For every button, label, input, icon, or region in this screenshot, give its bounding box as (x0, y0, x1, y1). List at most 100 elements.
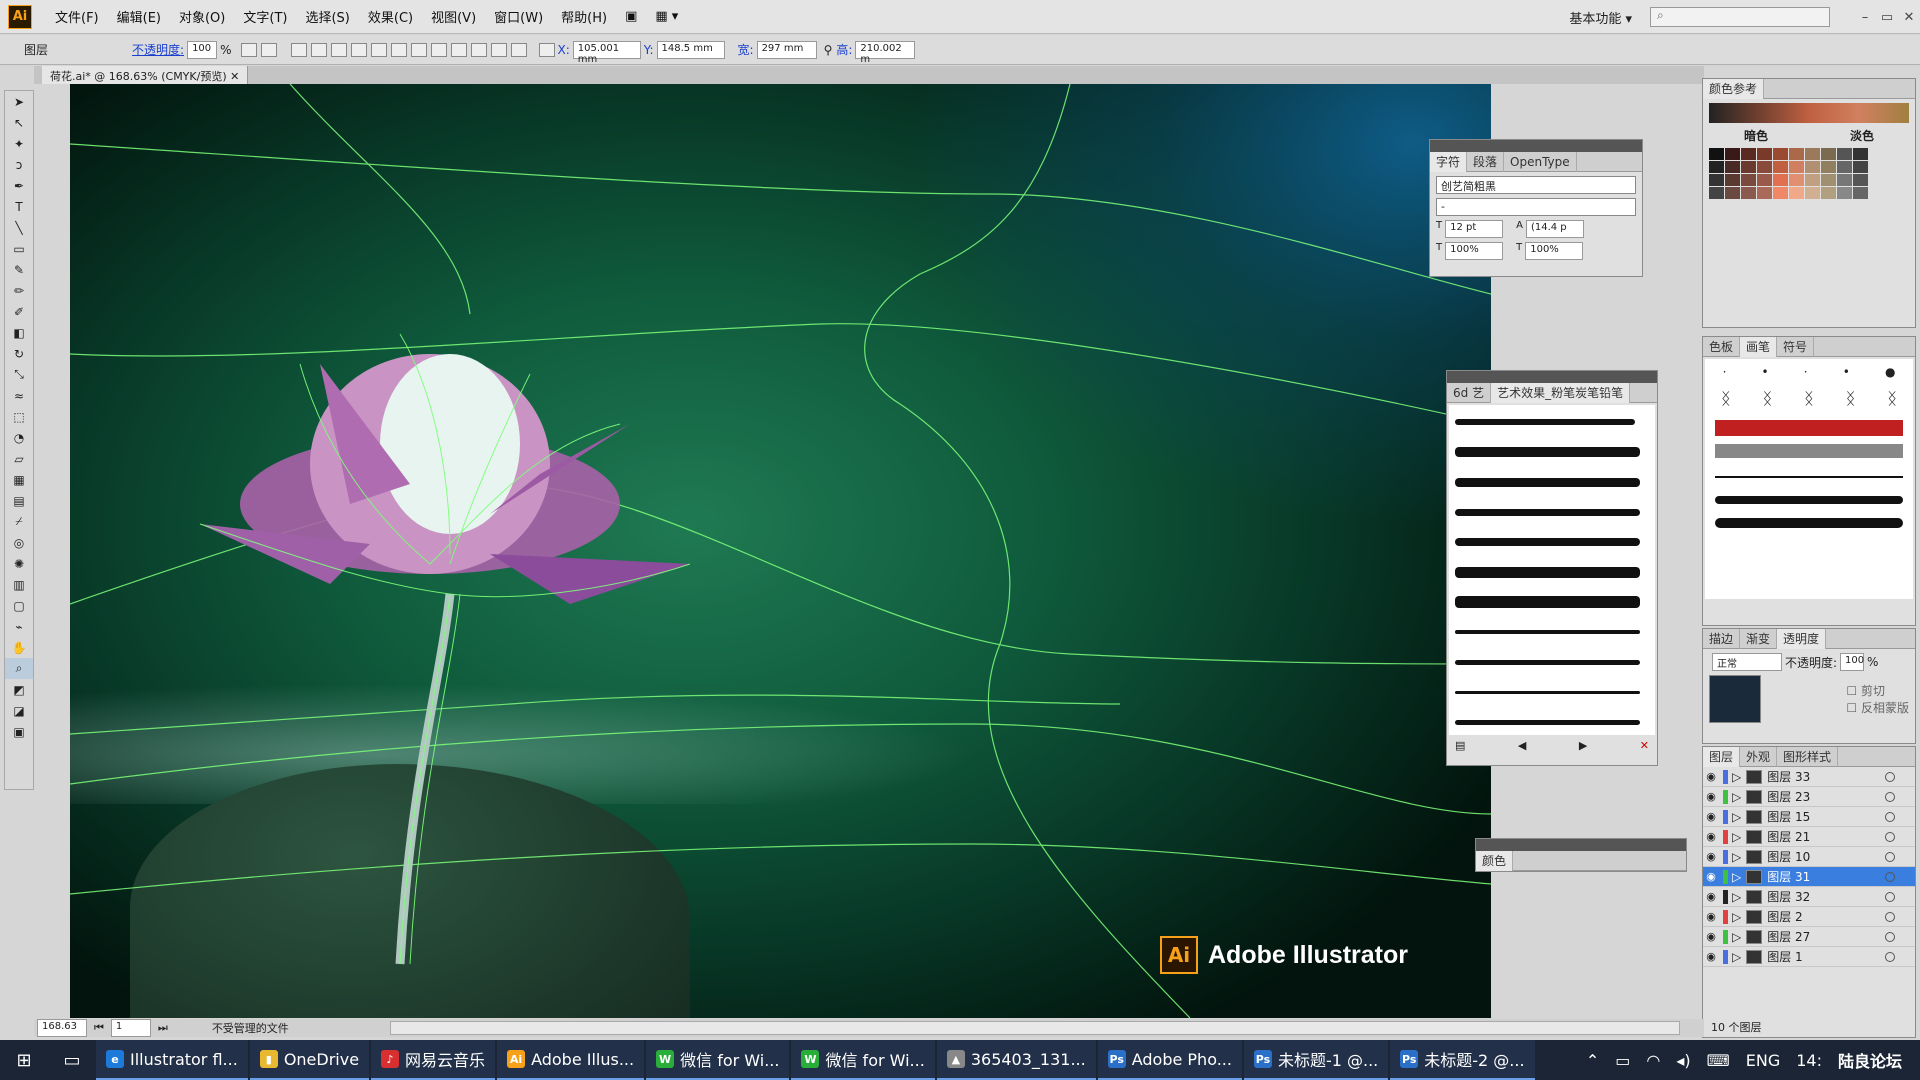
distribute-center-icon[interactable] (491, 42, 508, 57)
align-right-icon[interactable] (331, 42, 348, 57)
previous-library-icon[interactable]: ◀ (1518, 739, 1526, 752)
align-top-icon[interactable] (351, 42, 368, 57)
expand-arrow-icon[interactable]: ▷ (1732, 910, 1741, 924)
artboard-canvas[interactable]: Ai Adobe Illustrator (70, 84, 1491, 1018)
slice-tool-icon[interactable]: ⌁ (5, 616, 33, 637)
expand-arrow-icon[interactable]: ▷ (1732, 870, 1741, 884)
target-circle-icon[interactable] (1885, 791, 1895, 802)
library-menu-icon[interactable]: ▤ (1455, 739, 1465, 752)
recolor-icon[interactable] (241, 42, 258, 57)
eyedropper-tool-icon[interactable]: ⌿ (5, 511, 33, 532)
brush-item[interactable] (1455, 559, 1649, 585)
target-circle-icon[interactable] (1885, 831, 1895, 842)
expand-arrow-icon[interactable]: ▷ (1732, 790, 1741, 804)
layer-row[interactable]: ◉ ▷ 图层 23 (1703, 787, 1915, 807)
target-circle-icon[interactable] (1885, 891, 1895, 902)
target-circle-icon[interactable] (1885, 931, 1895, 942)
input-language[interactable]: ENG (1746, 1051, 1780, 1070)
start-button[interactable]: ⊞ (0, 1050, 48, 1071)
mesh-tool-icon[interactable]: ▦ (5, 469, 33, 490)
color-guide-grid[interactable] (1709, 148, 1909, 199)
close-button[interactable]: ✕ (1898, 10, 1920, 25)
blend-mode-select[interactable]: 正常 (1712, 653, 1782, 671)
visibility-eye-icon[interactable]: ◉ (1703, 870, 1719, 883)
visibility-eye-icon[interactable]: ◉ (1703, 930, 1719, 943)
arrange-documents-button[interactable]: ▦ ▾ (646, 9, 687, 24)
tab-gradient[interactable]: 渐变 (1740, 628, 1778, 649)
layer-row[interactable]: ◉ ▷ 图层 1 (1703, 947, 1915, 967)
target-circle-icon[interactable] (1885, 851, 1895, 862)
height-field[interactable]: 210.002 m (855, 40, 916, 65)
align-center-icon[interactable] (311, 42, 328, 57)
brush-item[interactable] (1455, 649, 1649, 675)
taskbar-item[interactable]: W 微信 for Wi... (646, 1040, 790, 1080)
menu-edit[interactable]: 编辑(E) (108, 7, 170, 26)
brush-stroke[interactable] (1715, 476, 1903, 478)
tray-chevron-icon[interactable]: ⌃ (1586, 1051, 1599, 1070)
font-style-select[interactable]: - (1436, 198, 1636, 216)
target-circle-icon[interactable] (1885, 871, 1895, 882)
scale-tool-icon[interactable]: ⤡ (5, 364, 33, 385)
menu-type[interactable]: 文字(T) (234, 7, 296, 26)
magic-wand-tool-icon[interactable]: ✦ (5, 133, 33, 154)
distribute-middle-icon[interactable] (431, 42, 448, 57)
target-circle-icon[interactable] (1885, 911, 1895, 922)
layer-row[interactable]: ◉ ▷ 图层 32 (1703, 887, 1915, 907)
shape-builder-tool-icon[interactable]: ◔ (5, 427, 33, 448)
document-tab[interactable]: 荷花.ai* @ 168.63% (CMYK/预览) ✕ (42, 66, 249, 84)
visibility-eye-icon[interactable]: ◉ (1703, 790, 1719, 803)
line-tool-icon[interactable]: ╲ (5, 217, 33, 238)
brush-item[interactable] (1455, 679, 1649, 705)
wifi-icon[interactable]: ◠ (1646, 1051, 1660, 1070)
opacity-field[interactable]: 100 (187, 40, 218, 59)
tab-color[interactable]: 颜色 (1476, 850, 1514, 871)
distribute-top-icon[interactable] (411, 42, 428, 57)
lasso-tool-icon[interactable]: ↄ (5, 154, 33, 175)
bridge-button[interactable]: ▣ (616, 9, 646, 24)
minimize-button[interactable]: – (1854, 10, 1876, 25)
clock[interactable]: 14: (1796, 1051, 1822, 1070)
zoom-tool-icon[interactable]: ⌕ (5, 658, 33, 679)
visibility-eye-icon[interactable]: ◉ (1703, 810, 1719, 823)
first-artboard-icon[interactable]: ⏮ (94, 1021, 104, 1035)
width-field[interactable]: 297 mm (756, 40, 817, 59)
hand-tool-icon[interactable]: ✋ (5, 637, 33, 658)
paintbrush-tool-icon[interactable]: ✎ (5, 259, 33, 280)
distribute-right-icon[interactable] (511, 42, 528, 57)
tab-swatches[interactable]: 色板 (1703, 336, 1741, 357)
brush-item[interactable] (1455, 469, 1649, 495)
vertical-scale-field[interactable]: 100% (1445, 242, 1504, 260)
blob-brush-tool-icon[interactable]: ✐ (5, 301, 33, 322)
brush-item[interactable] (1455, 709, 1649, 735)
transparency-opacity-field[interactable]: 100 (1840, 653, 1864, 671)
keyboard-icon[interactable]: ⌨ (1707, 1051, 1730, 1070)
symbol-sprayer-tool-icon[interactable]: ✺ (5, 553, 33, 574)
taskbar-item[interactable]: W 微信 for Wi... (791, 1040, 935, 1080)
tab-color-guide[interactable]: 颜色参考 (1703, 78, 1765, 99)
file-status[interactable]: 不受管理的文件 (212, 1020, 289, 1036)
brush-item[interactable] (1455, 409, 1649, 435)
artboard-field[interactable]: 1 (110, 1019, 151, 1037)
mask-thumbnail[interactable] (1709, 675, 1761, 723)
eraser-tool-icon[interactable]: ◧ (5, 322, 33, 343)
link-icon[interactable]: ⚲ (824, 43, 833, 57)
taskbar-item[interactable]: e Illustrator fl... (96, 1040, 248, 1080)
maximize-button[interactable]: ▭ (1876, 10, 1898, 25)
type-tool-icon[interactable]: T (5, 196, 33, 217)
leading-field[interactable]: (14.4 p (1525, 220, 1584, 238)
zoom-field[interactable]: 168.63 (37, 1019, 87, 1037)
layer-row[interactable]: ◉ ▷ 图层 15 (1703, 807, 1915, 827)
tab-symbols[interactable]: 符号 (1777, 336, 1815, 357)
panel-titlebar[interactable] (1447, 371, 1657, 383)
tab-character[interactable]: 字符 (1430, 151, 1468, 172)
color-mode-icon[interactable]: ◪ (5, 700, 33, 721)
tab-chalk-charcoal[interactable]: 艺术效果_粉笔炭笔铅笔 (1491, 382, 1631, 403)
tab-brush-prefix[interactable]: 6d 艺 (1447, 382, 1492, 403)
menu-file[interactable]: 文件(F) (46, 7, 108, 26)
distribute-bottom-icon[interactable] (451, 42, 468, 57)
rotate-tool-icon[interactable]: ↻ (5, 343, 33, 364)
fill-stroke-icon[interactable]: ◩ (5, 679, 33, 700)
taskbar-item[interactable]: ▲ 365403_131... (936, 1040, 1096, 1080)
menu-object[interactable]: 对象(O) (170, 7, 234, 26)
align-middle-icon[interactable] (371, 42, 388, 57)
